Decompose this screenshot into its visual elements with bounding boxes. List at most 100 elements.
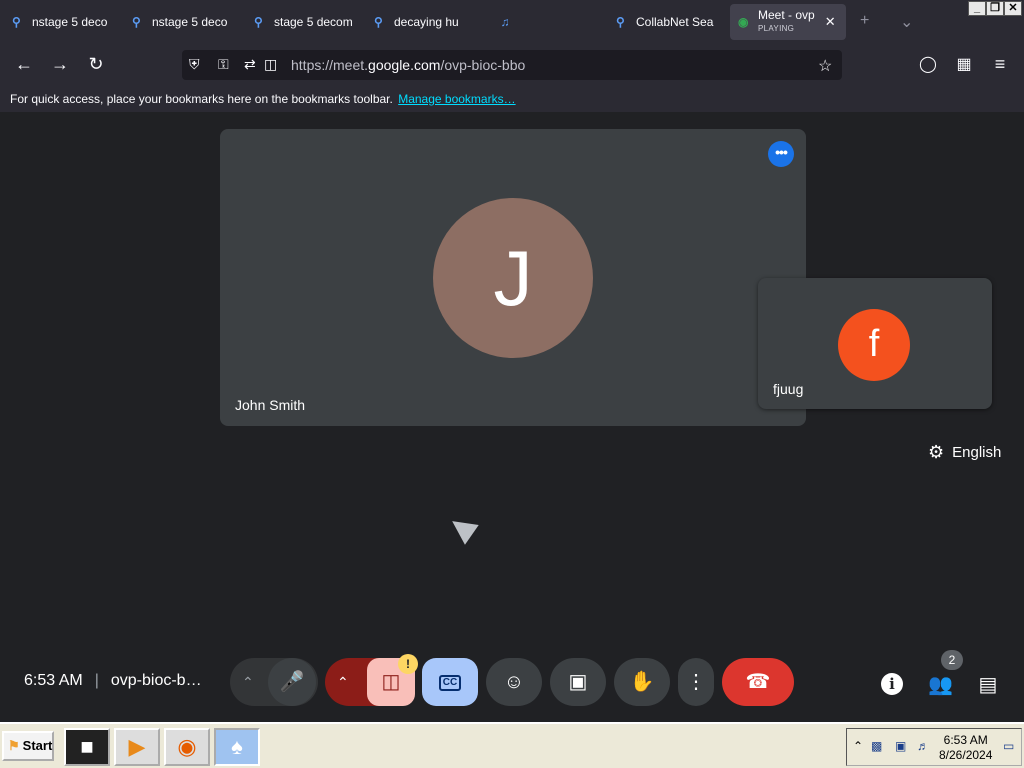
search-icon: ⚲	[132, 15, 141, 29]
chevron-down-icon[interactable]: ⌄	[900, 12, 913, 32]
taskbar-app-media-player[interactable]: ▶	[114, 728, 160, 766]
close-icon[interactable]: ✕	[825, 14, 836, 30]
camera-warning-badge[interactable]: !	[398, 654, 418, 674]
browser-tab[interactable]: ⚲ CollabNet Sea	[616, 8, 716, 36]
chevron-up-icon[interactable]: ⌃	[853, 739, 863, 753]
bookmarks-message: For quick access, place your bookmarks h…	[10, 92, 393, 106]
new-tab-button[interactable]: +	[860, 12, 869, 30]
bookmark-star-icon[interactable]: ☆	[818, 56, 832, 76]
search-icon: ⚲	[254, 15, 263, 29]
search-icon: ⚲	[12, 15, 21, 29]
meeting-code: ovp-bioc-b…	[110, 672, 202, 689]
shield-icon[interactable]: ⛨	[189, 56, 200, 73]
reload-button[interactable]: ↻	[85, 54, 107, 75]
search-icon: ⚲	[374, 15, 383, 29]
firefox-icon: ◉	[177, 734, 197, 759]
clock-date: 8/26/2024	[939, 748, 993, 762]
solitaire-icon: ♠	[231, 734, 243, 759]
hand-icon: ✋	[629, 671, 655, 693]
tab-title: decaying hu	[394, 15, 459, 29]
windows-taskbar: ⚑ Start ■ ▶ ◉ ♠ ⌃ ▩ ▣ ♬ 6:53 AM 8/26/2024…	[0, 722, 1024, 768]
microphone-control-group: ⌃ 🎤	[230, 658, 318, 706]
taskbar-app-terminal[interactable]: ■	[64, 728, 110, 766]
menu-icon[interactable]: ≡	[989, 54, 1011, 75]
mouse-cursor-icon	[445, 511, 479, 545]
present-button[interactable]: ▣	[550, 658, 606, 706]
browser-nav-bar: ← → ↻ ⛨ ⚿ ⇄ ◫ https://meet.google.com/ov…	[0, 44, 1024, 86]
participant-name: John Smith	[235, 397, 306, 413]
caption-language-label: English	[952, 444, 1002, 461]
browser-tab[interactable]: ⚲ nstage 5 deco	[12, 8, 112, 36]
present-screen-icon: ▣	[568, 671, 588, 693]
tab-playing-label: PLAYING	[758, 24, 795, 33]
avatar: f	[838, 309, 910, 381]
system-tray: ⌃ ▩ ▣ ♬ 6:53 AM 8/26/2024 ▭	[846, 728, 1022, 766]
people-button[interactable]: 👥	[928, 672, 953, 697]
show-desktop-icon[interactable]: ▭	[1003, 739, 1014, 753]
audio-playing-icon: ♫	[500, 15, 510, 29]
browser-tab[interactable]: ⚲ decaying hu	[374, 8, 474, 36]
bookmarks-toolbar: For quick access, place your bookmarks h…	[0, 86, 1024, 112]
more-vert-icon: ⋮	[686, 671, 706, 693]
raise-hand-button[interactable]: ✋	[614, 658, 670, 706]
video-settings-button[interactable]: ⌃	[337, 658, 349, 706]
meeting-time: 6:53 AM	[24, 672, 83, 689]
chat-icon: ▤	[978, 674, 998, 696]
participant-name: fjuug	[773, 381, 804, 397]
close-window-button[interactable]: ✕	[1004, 1, 1022, 16]
people-count-badge: 2	[941, 650, 963, 670]
tab-title: CollabNet Sea	[636, 15, 714, 29]
address-bar[interactable]: ⛨ ⚿ ⇄ ◫ https://meet.google.com/ovp-bioc…	[182, 50, 842, 80]
camera-off-icon: ◫	[381, 671, 401, 693]
leave-call-button[interactable]: ☎	[722, 658, 794, 706]
avatar: J	[433, 198, 593, 358]
forward-button[interactable]: →	[49, 54, 71, 75]
audio-settings-button[interactable]: ⌃	[242, 658, 254, 706]
microphone-icon: 🎤	[279, 671, 305, 693]
chat-button[interactable]: ▤	[976, 672, 1000, 697]
taskbar-app-firefox[interactable]: ◉	[164, 728, 210, 766]
participant-tile-self[interactable]: f fjuug	[758, 278, 992, 409]
monitor-icon[interactable]: ▣	[895, 739, 906, 753]
terminal-icon: ■	[80, 734, 94, 759]
taskbar-app-solitaire[interactable]: ♠	[214, 728, 260, 766]
lock-icon[interactable]: ⚿	[218, 56, 229, 73]
meeting-controls: 6:53 AM | ovp-bioc-b… ⌃ 🎤 ⌃ ◫ ! CC ☺ ▣ ✋…	[0, 646, 1024, 722]
start-label: Start	[22, 738, 53, 753]
meeting-info-button[interactable]: i	[880, 672, 904, 695]
google-meet-icon: ◉	[738, 15, 749, 29]
media-player-icon: ▶	[128, 734, 146, 759]
participant-tile-main[interactable]: J John Smith •••	[220, 129, 806, 426]
caption-language-button[interactable]: ⚙ English	[928, 442, 1001, 463]
network-icon[interactable]: ▩	[871, 739, 882, 753]
minimize-button[interactable]: _	[968, 1, 986, 16]
emoji-icon: ☺	[503, 671, 525, 693]
url-text[interactable]: https://meet.google.com/ovp-bioc-bbo	[291, 57, 525, 73]
camera-blocked-icon[interactable]: ◫	[264, 56, 277, 73]
browser-tab[interactable]: ⚲ nstage 5 deco	[132, 8, 232, 36]
extensions-icon[interactable]: ▦	[953, 54, 975, 74]
tab-title: stage 5 decom	[274, 15, 353, 29]
more-options-button[interactable]: ⋮	[678, 658, 714, 706]
closed-captions-icon: CC	[438, 674, 462, 691]
start-button[interactable]: ⚑ Start	[2, 731, 54, 761]
back-button[interactable]: ←	[13, 54, 35, 75]
browser-tab[interactable]: ⚲ stage 5 decom	[254, 8, 354, 36]
pocket-icon[interactable]: ◯	[917, 54, 939, 74]
reactions-button[interactable]: ☺	[486, 658, 542, 706]
people-icon: 👥	[928, 674, 953, 696]
taskbar-clock[interactable]: 6:53 AM 8/26/2024	[939, 733, 992, 763]
meeting-stage: J John Smith ••• f fjuug ⚙ English	[0, 112, 1024, 722]
tile-options-button[interactable]: •••	[768, 141, 794, 167]
clock-time: 6:53 AM	[943, 733, 988, 747]
permissions-icon[interactable]: ⇄	[244, 56, 256, 73]
microphone-button[interactable]: 🎤	[268, 658, 316, 706]
manage-bookmarks-link[interactable]: Manage bookmarks…	[398, 92, 515, 106]
info-icon: i	[881, 673, 903, 695]
meeting-details: 6:53 AM | ovp-bioc-b…	[24, 672, 202, 690]
captions-button[interactable]: CC	[422, 658, 478, 706]
restore-button[interactable]: ❐	[986, 1, 1004, 16]
volume-icon[interactable]: ♬	[917, 739, 929, 753]
divider: |	[94, 672, 99, 689]
browser-tab-active[interactable]: ◉ Meet - ovp PLAYING ✕	[730, 4, 846, 40]
